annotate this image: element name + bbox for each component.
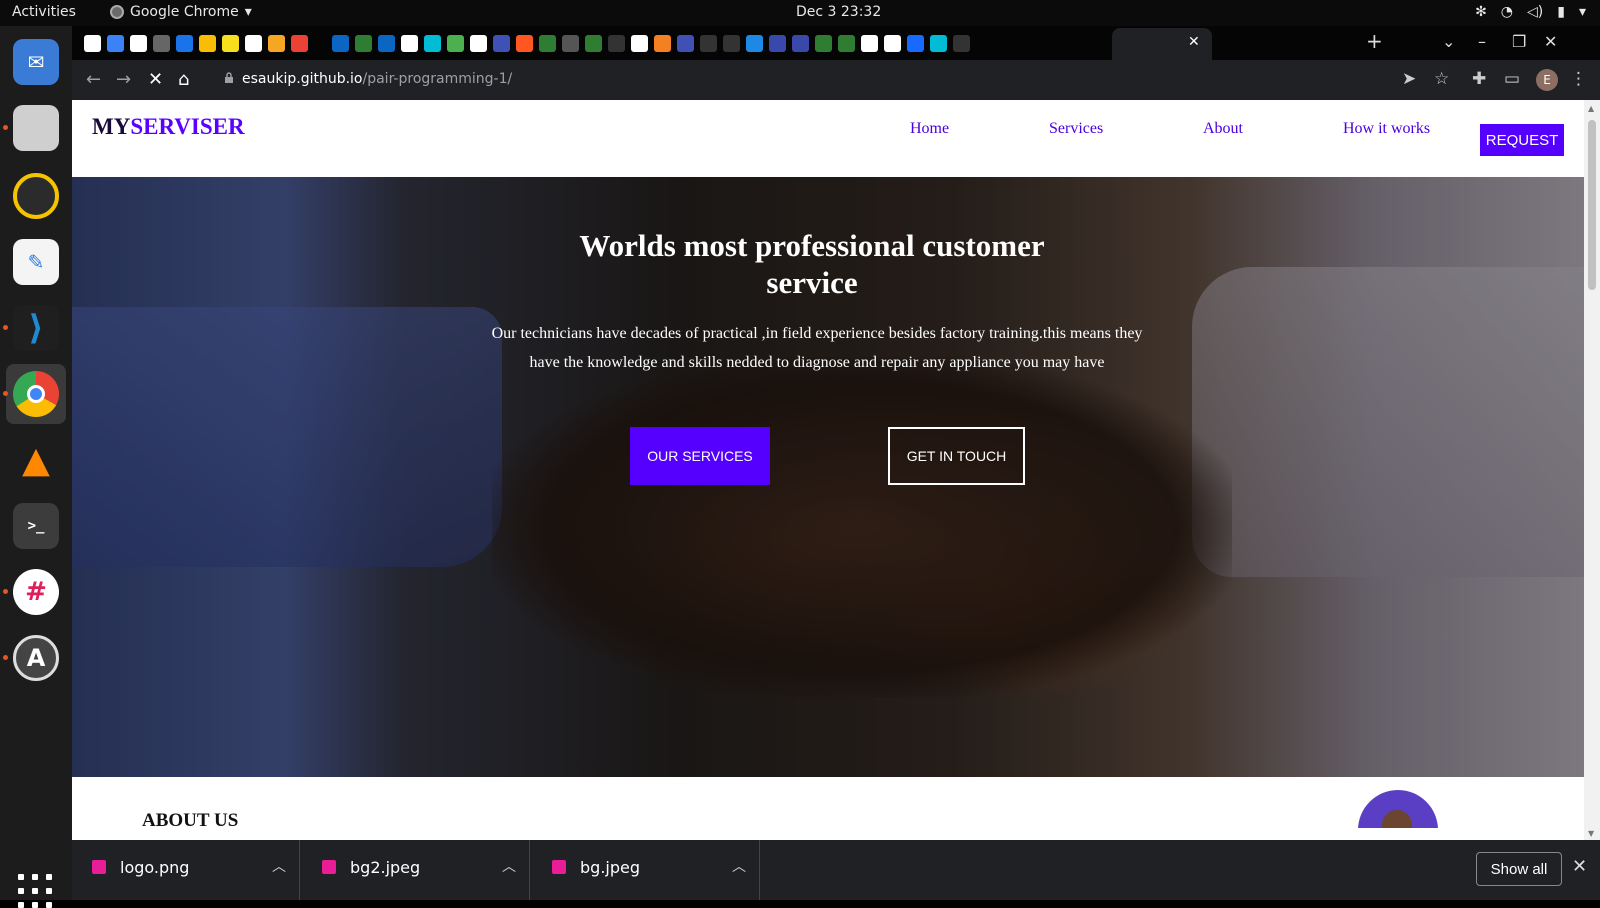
tab-search-icon[interactable]: ⌄	[1442, 32, 1455, 51]
nav-services[interactable]: Services	[1049, 120, 1103, 138]
scroll-up-icon[interactable]: ▲	[1588, 104, 1594, 113]
vscode-icon: ⟩	[13, 305, 59, 351]
volume-icon: ◁)	[1527, 4, 1544, 20]
active-tab[interactable]: ✕	[1112, 28, 1212, 60]
back-icon[interactable]: ←	[86, 69, 101, 90]
dock-rhythmbox[interactable]	[6, 166, 66, 226]
network-icon: ✻	[1475, 4, 1487, 20]
address-bar[interactable]: esaukip.github.io/pair-programming-1/	[242, 71, 512, 87]
get-in-touch-button[interactable]: GET IN TOUCH	[888, 427, 1025, 485]
send-to-devices-icon[interactable]: ➤	[1402, 69, 1416, 89]
scrollbar-thumb[interactable]	[1588, 120, 1596, 290]
lock-icon[interactable]	[224, 72, 234, 83]
dock-text-editor[interactable]: ✎	[6, 232, 66, 292]
running-indicator	[3, 391, 8, 396]
download-item[interactable]: bg.jpeg ︿	[532, 840, 760, 900]
rhythmbox-icon	[13, 173, 59, 219]
url-host: esaukip.github.io	[242, 71, 363, 87]
pinned-tab-favicons[interactable]	[84, 35, 970, 52]
new-tab-button[interactable]: +	[1366, 29, 1383, 53]
software-updater-icon: A	[13, 635, 59, 681]
image-file-icon	[322, 860, 336, 874]
dock-thunderbird[interactable]: ✉	[6, 32, 66, 92]
activities-button[interactable]: Activities	[12, 4, 76, 20]
download-item[interactable]: logo.png ︿	[72, 840, 300, 900]
brand-accent: SERVISER	[130, 114, 245, 139]
download-item[interactable]: bg2.jpeg ︿	[302, 840, 530, 900]
about-heading: ABOUT US	[142, 810, 239, 831]
download-filename: bg.jpeg	[580, 858, 640, 877]
more-menu-icon[interactable]: ⋮	[1570, 69, 1587, 89]
files-icon	[13, 105, 59, 151]
our-services-button[interactable]: OUR SERVICES	[630, 427, 770, 485]
restore-icon[interactable]: ❐	[1512, 32, 1526, 51]
wifi-icon: ◔	[1500, 4, 1514, 20]
page-scrollbar[interactable]: ▲ ▼	[1584, 100, 1600, 840]
extensions-icon[interactable]: ✚	[1472, 69, 1486, 89]
slack-icon: #	[13, 569, 59, 615]
forward-icon[interactable]: →	[116, 69, 131, 90]
brand-prefix: MY	[92, 114, 131, 139]
browser-toolbar: ← → ✕ ⌂ esaukip.github.io/pair-programmi…	[72, 60, 1600, 100]
chrome-icon	[13, 371, 59, 417]
dock-chrome[interactable]	[3, 364, 66, 424]
chevron-up-icon[interactable]: ︿	[502, 856, 516, 876]
download-filename: bg2.jpeg	[350, 858, 421, 877]
hero-section: Worlds most professional customer servic…	[72, 177, 1584, 777]
dock: ✉ ✎ ⟩ ▲ >_ # A	[0, 26, 72, 908]
stop-loading-icon[interactable]: ✕	[148, 69, 163, 90]
show-all-downloads-button[interactable]: Show all	[1476, 852, 1562, 886]
image-file-icon	[92, 860, 106, 874]
site-logo[interactable]: MYSERVISER	[92, 114, 245, 140]
chevron-down-icon: ▾	[244, 4, 252, 20]
nav-about[interactable]: About	[1203, 120, 1243, 138]
clock[interactable]: Dec 3 23:32	[796, 4, 881, 20]
chevron-up-icon[interactable]: ︿	[272, 856, 286, 876]
request-button[interactable]: REQUEST	[1480, 124, 1564, 156]
vlc-icon: ▲	[22, 439, 50, 481]
dock-files[interactable]	[3, 98, 66, 158]
dock-vscode[interactable]: ⟩	[3, 298, 66, 358]
tab-close-icon[interactable]: ✕	[1188, 34, 1200, 50]
chrome-icon	[110, 5, 124, 19]
nav-home[interactable]: Home	[910, 120, 949, 138]
image-file-icon	[552, 860, 566, 874]
scroll-down-icon[interactable]: ▼	[1588, 829, 1594, 838]
hero-text: Our technicians have decades of practica…	[491, 325, 1143, 371]
profile-avatar[interactable]: E	[1536, 69, 1558, 91]
browser-tab-strip: ✕ + ⌄ – ❐ ✕	[72, 26, 1600, 60]
url-path: /pair-programming-1/	[362, 71, 513, 87]
thunderbird-icon: ✉	[13, 39, 59, 85]
running-indicator	[3, 125, 8, 130]
nav-how-it-works[interactable]: How it works	[1343, 120, 1430, 138]
close-downloads-icon[interactable]: ✕	[1572, 856, 1587, 877]
terminal-icon: >_	[13, 503, 59, 549]
system-top-bar: Activities Google Chrome ▾ Dec 3 23:32 ✻…	[0, 0, 1600, 26]
window-close-icon[interactable]: ✕	[1544, 32, 1557, 51]
running-indicator	[3, 655, 8, 660]
power-menu-icon: ▾	[1578, 4, 1586, 20]
hero-title: Worlds most professional customer servic…	[579, 228, 1045, 300]
system-tray[interactable]: ✻ ◔ ◁) ▮ ▾	[1475, 4, 1586, 20]
running-indicator	[3, 589, 8, 594]
about-image	[1352, 784, 1440, 828]
dock-slack[interactable]: #	[3, 562, 66, 622]
bookmark-star-icon[interactable]: ☆	[1434, 69, 1449, 89]
chevron-up-icon[interactable]: ︿	[732, 856, 746, 876]
app-menu[interactable]: Google Chrome ▾	[110, 4, 252, 20]
app-menu-label: Google Chrome	[130, 4, 239, 20]
minimize-icon[interactable]: –	[1478, 32, 1486, 51]
download-filename: logo.png	[120, 858, 190, 877]
battery-icon: ▮	[1557, 4, 1565, 20]
web-page: MYSERVISER Home Services About How it wo…	[72, 100, 1584, 840]
cast-icon[interactable]: ▭	[1504, 69, 1520, 89]
dock-software-updater[interactable]: A	[3, 628, 66, 688]
running-indicator	[3, 325, 8, 330]
home-icon[interactable]: ⌂	[178, 69, 189, 90]
text-editor-icon: ✎	[13, 239, 59, 285]
dock-terminal[interactable]: >_	[6, 496, 66, 556]
show-applications-grid-icon[interactable]	[18, 874, 52, 908]
downloads-bar: logo.png ︿ bg2.jpeg ︿ bg.jpeg ︿ Show all…	[72, 840, 1600, 900]
dock-vlc[interactable]: ▲	[6, 430, 66, 490]
